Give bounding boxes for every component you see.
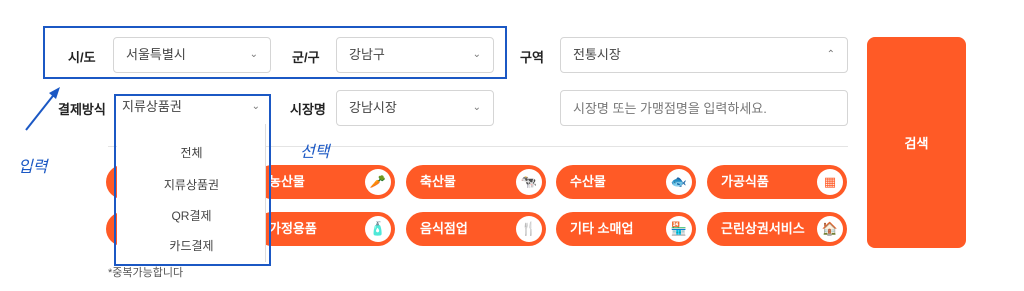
category-processed-food[interactable]: 가공식품 ▦ (707, 165, 847, 199)
category-label: 농산물 (269, 174, 305, 189)
category-other-retail[interactable]: 기타 소매업 🏪 (556, 212, 696, 246)
chevron-down-icon: ⌄ (472, 102, 481, 113)
utensils-icon: 🍴 (516, 216, 542, 242)
category-label: 근린상권서비스 (721, 221, 805, 236)
house-icon: 🏠 (817, 216, 843, 242)
category-seafood[interactable]: 수산물 🐟 (556, 165, 696, 199)
district-select[interactable]: 전통시장 ⌃ (560, 37, 848, 73)
region-highlight-box (43, 26, 507, 79)
chevron-up-icon: ⌃ (826, 49, 835, 60)
category-produce[interactable]: 농산물 🥕 (255, 165, 395, 199)
category-livestock[interactable]: 축산물 🐄 (406, 165, 546, 199)
district-value: 전통시장 (573, 47, 621, 62)
category-neighborhood-service[interactable]: 근린상권서비스 🏠 (707, 212, 847, 246)
input-annotation: 입력 (18, 157, 48, 176)
duplicate-note: *중복가능합니다 (108, 267, 184, 279)
payment-highlight-box (114, 94, 271, 266)
market-select[interactable]: 강남시장 ⌄ (336, 90, 494, 126)
category-restaurant[interactable]: 음식점업 🍴 (406, 212, 546, 246)
market-label: 시장명 (290, 102, 326, 117)
category-label: 가정용품 (269, 221, 317, 236)
box-icon: ▦ (817, 169, 843, 195)
keyword-input[interactable] (560, 90, 848, 126)
fish-icon: 🐟 (666, 169, 692, 195)
market-value: 강남시장 (349, 100, 397, 115)
arrow-icon (25, 87, 60, 131)
produce-icon: 🥕 (365, 169, 391, 195)
category-label: 기타 소매업 (570, 221, 634, 236)
select-annotation: 선택 (300, 142, 330, 161)
bottles-icon: 🧴 (365, 216, 391, 242)
category-label: 음식점업 (420, 221, 468, 236)
category-label: 수산물 (570, 174, 606, 189)
store-icon: 🏪 (666, 216, 692, 242)
category-household[interactable]: 가정용품 🧴 (255, 212, 395, 246)
search-button[interactable]: 검색 (867, 37, 966, 248)
district-label: 구역 (520, 50, 544, 65)
payment-label: 결제방식 (58, 102, 106, 117)
category-label: 가공식품 (721, 174, 769, 189)
category-label: 축산물 (420, 174, 456, 189)
cow-icon: 🐄 (516, 169, 542, 195)
